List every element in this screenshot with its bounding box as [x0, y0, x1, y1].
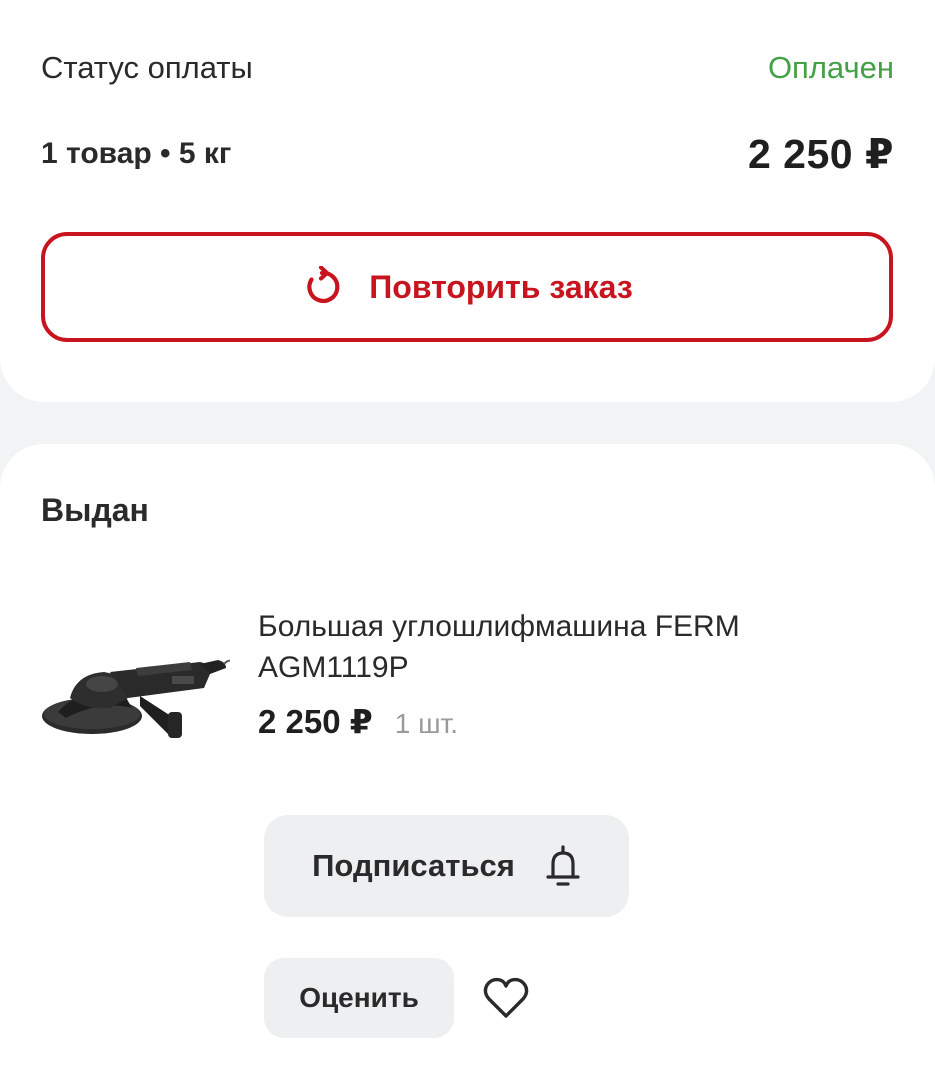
subscribe-label: Подписаться — [312, 848, 515, 883]
angle-grinder-image — [42, 659, 231, 738]
shipment-status-title: Выдан — [41, 492, 149, 528]
subscribe-button[interactable]: Подписаться — [264, 815, 629, 917]
product-name[interactable]: Большая углошлифмашина FERM AGM1119P — [258, 606, 858, 688]
order-total: 2 250 ₽ — [747, 131, 894, 177]
bell-icon — [545, 844, 581, 888]
order-summary-card: Статус оплаты Оплачен 1 товар • 5 кг 2 2… — [0, 0, 935, 402]
repeat-order-button[interactable]: Повторить заказ — [41, 232, 893, 342]
product-quantity: 1 шт. — [394, 708, 459, 739]
product-image[interactable] — [40, 634, 231, 744]
heart-icon[interactable] — [483, 976, 529, 1020]
product-price-row: 2 250 ₽ 1 шт. — [258, 702, 458, 741]
payment-status-value: Оплачен — [767, 50, 894, 85]
repeat-order-label: Повторить заказ — [369, 268, 633, 305]
rate-button[interactable]: Оценить — [264, 958, 454, 1038]
order-summary-row: 1 товар • 5 кг 2 250 ₽ — [41, 130, 894, 178]
payment-status-label: Статус оплаты — [41, 50, 253, 85]
rate-label: Оценить — [299, 982, 419, 1013]
repeat-icon — [301, 266, 343, 308]
payment-status-row: Статус оплаты Оплачен — [41, 50, 894, 86]
product-price: 2 250 ₽ — [258, 703, 373, 740]
shipment-card: Выдан Большая углошлифмашина FERM AGM111… — [0, 444, 935, 1090]
items-count-weight: 1 товар • 5 кг — [41, 137, 232, 170]
